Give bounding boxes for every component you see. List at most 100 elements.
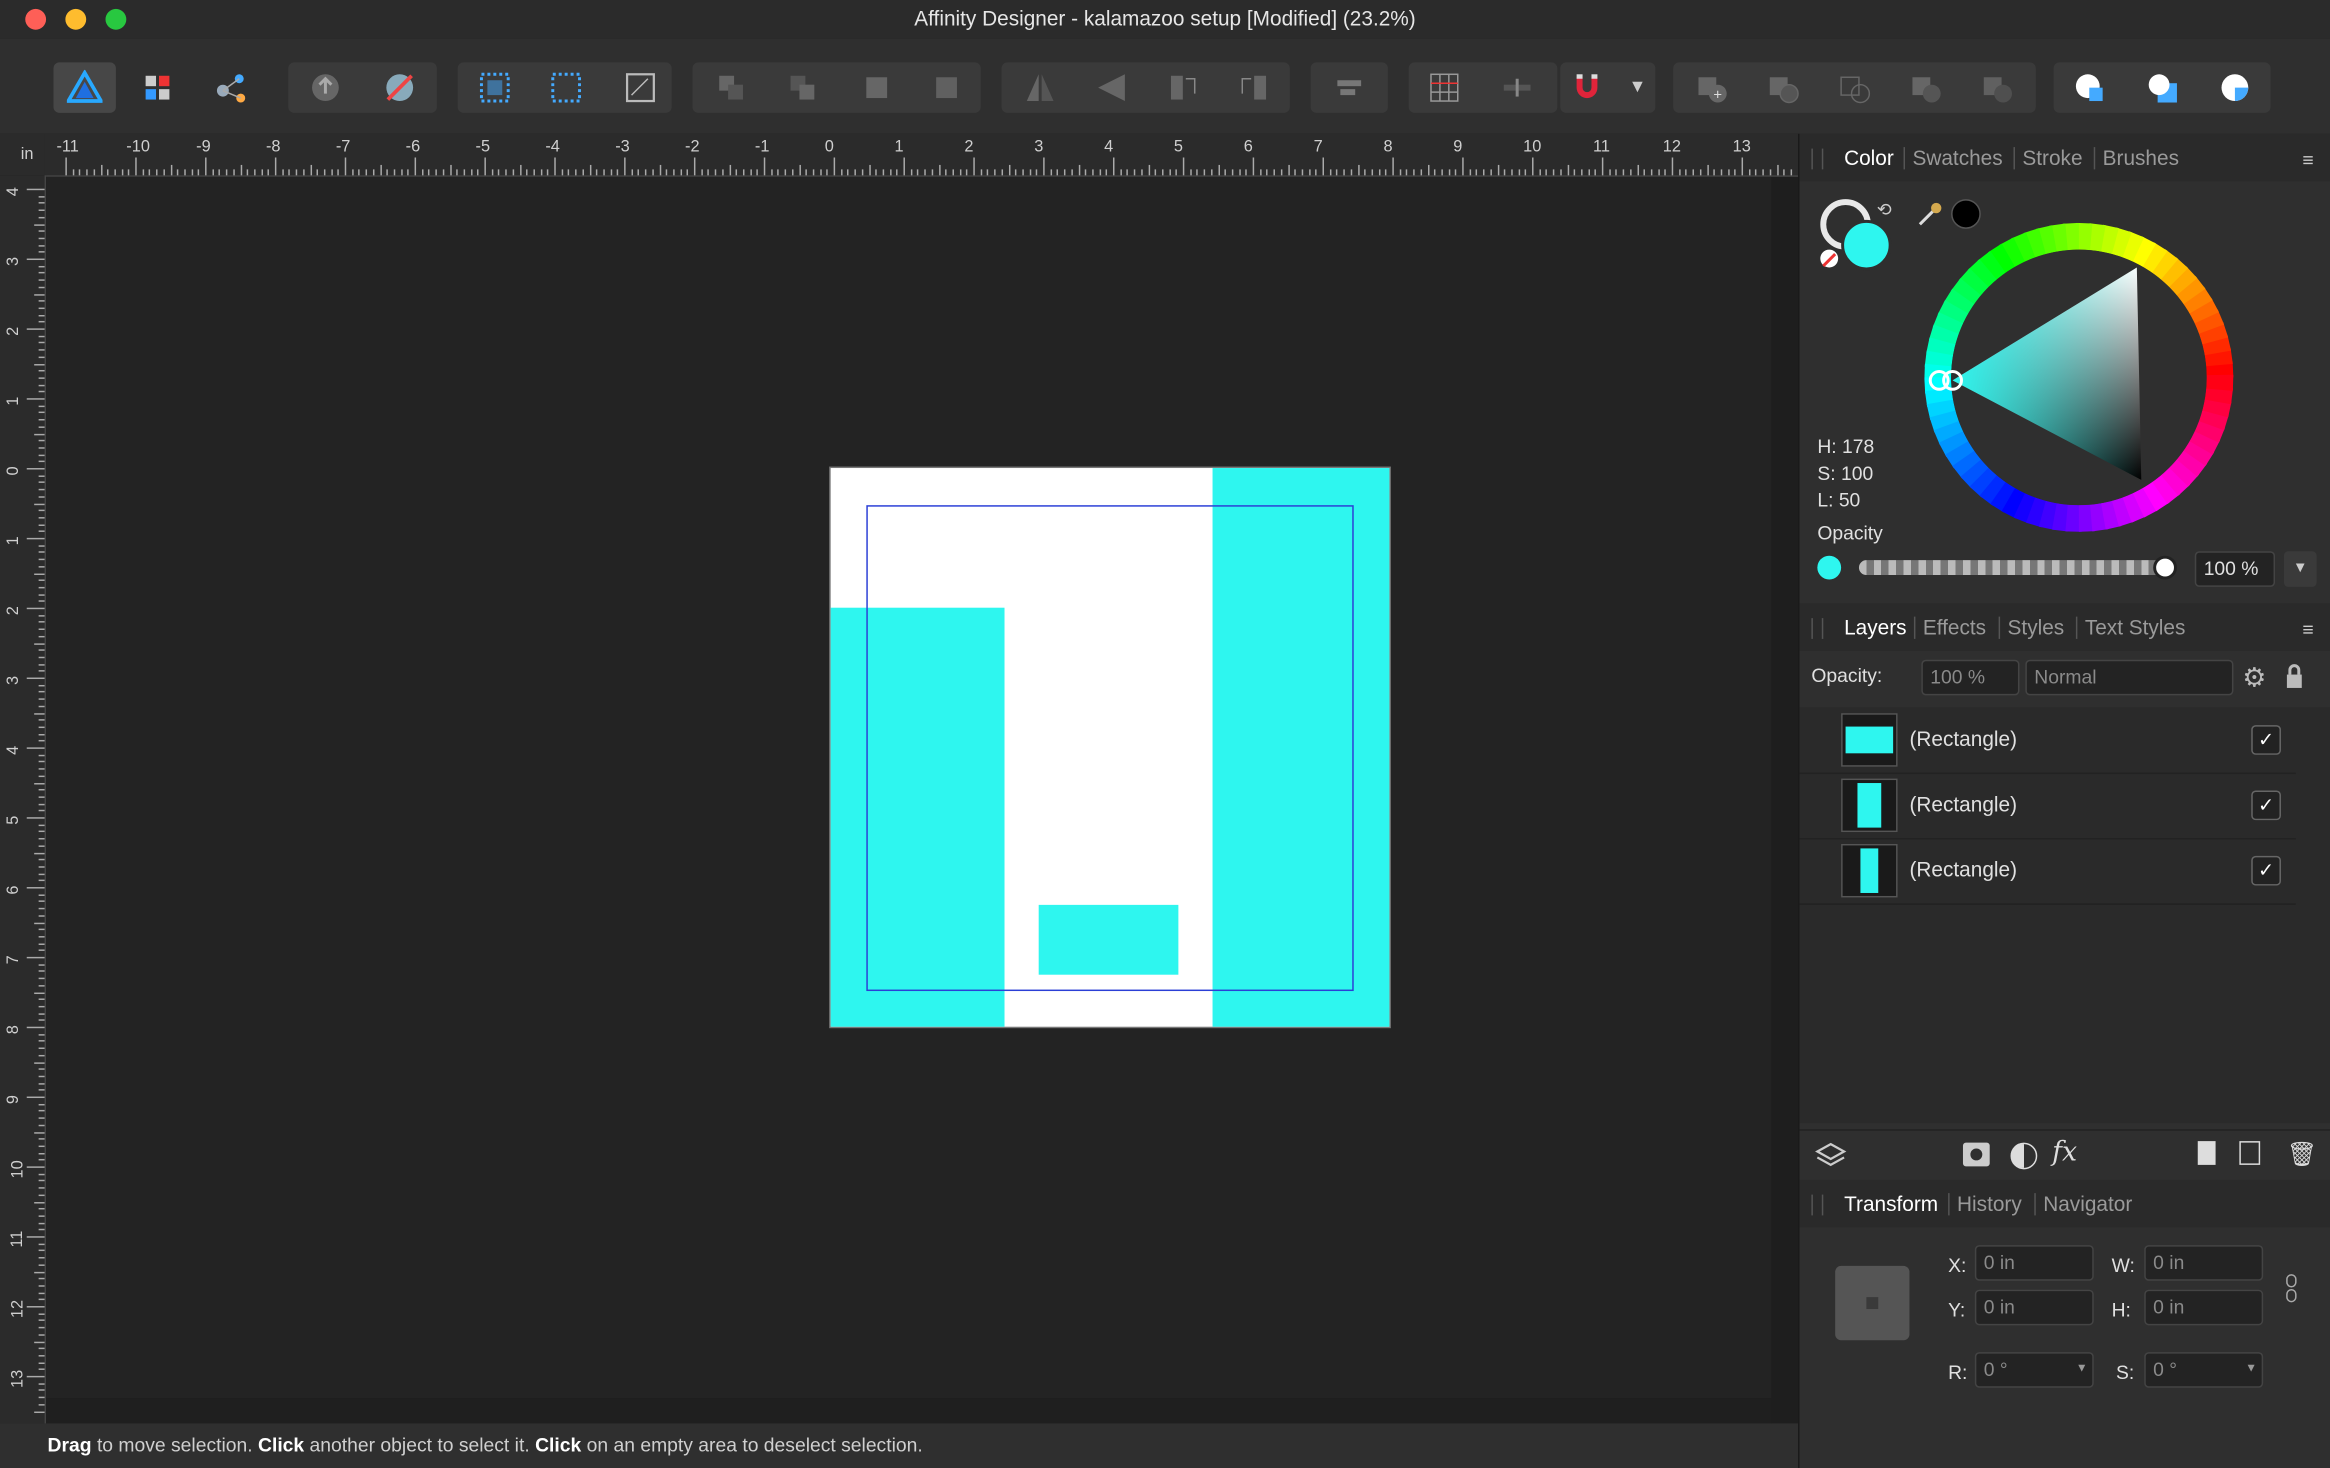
- snapping-manager-icon[interactable]: [1484, 62, 1549, 113]
- tab-text-styles[interactable]: Text Styles: [2085, 615, 2186, 639]
- boolean-xor-icon[interactable]: [1893, 62, 1958, 113]
- tab-effects[interactable]: Effects: [1923, 615, 1986, 639]
- boolean-intersect-icon[interactable]: [1822, 62, 1887, 113]
- ruler-vertical[interactable]: 4 3 2 1 0 1 2 3 4 5 6 7 8 9 10 11 12 13: [0, 175, 47, 1424]
- tab-swatches[interactable]: Swatches: [1912, 146, 2002, 170]
- tab-layers[interactable]: Layers: [1844, 615, 1906, 639]
- insert-inside-icon[interactable]: [2057, 62, 2122, 113]
- layer-visibility-checkbox[interactable]: ✓: [2251, 790, 2281, 821]
- opacity-dropdown-chevron-down-icon[interactable]: ▼: [2283, 551, 2317, 587]
- export-persona-icon[interactable]: [199, 62, 264, 113]
- fill-stroke-swatch[interactable]: ⟲: [1820, 199, 1894, 273]
- add-pixel-layer-icon[interactable]: [2239, 1141, 2261, 1165]
- insert-top-icon[interactable]: [2202, 62, 2267, 113]
- transform-origin-icon[interactable]: [608, 62, 673, 113]
- snapping-grid-icon[interactable]: [1412, 62, 1477, 113]
- ruler-tick: [38, 216, 45, 219]
- panel-grip-icon[interactable]: [1811, 148, 1824, 170]
- tab-color[interactable]: Color: [1844, 146, 1894, 170]
- opacity-input[interactable]: 100 %: [2194, 551, 2276, 587]
- blend-mode-select[interactable]: Normal: [2025, 659, 2234, 696]
- ruler-tick: [582, 169, 584, 176]
- ruler-horizontal[interactable]: -11 -10 -9 -8 -7 -6 -5 -4 -3 -2 -1 0 1 2 3 4 5 6 7 8 9 10 11 12…: [44, 133, 1799, 177]
- panel-grip-icon[interactable]: [1811, 618, 1824, 639]
- panel-grip-icon[interactable]: [1811, 1194, 1824, 1216]
- tab-styles[interactable]: Styles: [2008, 615, 2065, 639]
- color-wheel[interactable]: [1924, 222, 2234, 532]
- layer-row[interactable]: (Rectangle) ✓: [1799, 773, 2296, 840]
- transform-select-icon[interactable]: [462, 62, 527, 113]
- layer-row[interactable]: (Rectangle) ✓: [1799, 838, 2296, 905]
- layer-row[interactable]: (Rectangle) ✓: [1799, 707, 2296, 775]
- opacity-slider-handle[interactable]: [2153, 555, 2177, 580]
- ruler-tick: [38, 461, 45, 463]
- layer-settings-gear-icon[interactable]: ⚙: [2242, 663, 2266, 694]
- canvas-area[interactable]: [46, 176, 1772, 1399]
- fill-swatch[interactable]: [1841, 219, 1892, 271]
- ruler-tick: [1776, 164, 1778, 176]
- mask-layer-icon[interactable]: [1962, 1142, 1990, 1167]
- h-input[interactable]: 0 in: [2144, 1289, 2264, 1326]
- bounding-box-icon[interactable]: [533, 62, 598, 113]
- link-proportions-icon[interactable]: [2284, 1272, 2299, 1312]
- lightness-readout: L: 50: [1817, 488, 1861, 512]
- move-back-one-icon[interactable]: [770, 62, 835, 113]
- tab-transform[interactable]: Transform: [1844, 1192, 1938, 1216]
- move-to-back-icon[interactable]: [698, 62, 763, 113]
- opacity-slider[interactable]: [1858, 555, 2177, 580]
- ruler-tick: [1406, 169, 1408, 176]
- panel-menu-icon[interactable]: ≡: [2302, 618, 2313, 640]
- align-icon[interactable]: [1317, 62, 1382, 113]
- boolean-subtract-icon[interactable]: [1750, 62, 1815, 113]
- layer-visibility-checkbox[interactable]: ✓: [2251, 855, 2281, 886]
- horizontal-scrollbar[interactable]: [46, 1398, 1772, 1424]
- tab-navigator[interactable]: Navigator: [2043, 1192, 2132, 1216]
- panel-menu-icon[interactable]: ≡: [2302, 149, 2313, 171]
- pixel-persona-icon[interactable]: [125, 62, 190, 113]
- move-to-front-icon[interactable]: [914, 62, 979, 113]
- ruler-tick: [38, 831, 45, 833]
- tab-history[interactable]: History: [1957, 1192, 2022, 1216]
- ruler-tick: [882, 169, 884, 176]
- y-input[interactable]: 0 in: [1974, 1289, 2094, 1326]
- designer-persona-icon[interactable]: [52, 62, 117, 113]
- move-forward-one-icon[interactable]: [844, 62, 909, 113]
- anchor-point-selector[interactable]: [1835, 1265, 1910, 1341]
- ruler-tick: [34, 1340, 45, 1343]
- ruler-tick: [337, 169, 340, 176]
- ruler-tick: [840, 169, 843, 176]
- tab-stroke[interactable]: Stroke: [2022, 146, 2082, 170]
- boolean-add-icon[interactable]: +: [1679, 62, 1744, 113]
- ruler-left-label: 4: [4, 745, 23, 755]
- fx-icon[interactable]: fx: [2052, 1137, 2077, 1168]
- ruler-tick: [1636, 164, 1639, 176]
- swap-colors-icon[interactable]: ⟲: [1877, 199, 1892, 220]
- ruler-tick: [38, 907, 45, 910]
- assistant-icon[interactable]: [293, 62, 358, 113]
- ruler-tick: [1392, 157, 1394, 176]
- flip-horizontal-icon[interactable]: [1007, 62, 1072, 113]
- boolean-divide-icon[interactable]: [1964, 62, 2029, 113]
- rotate-left-icon[interactable]: [1150, 62, 1215, 113]
- ruler-tick: [1259, 169, 1262, 176]
- tab-brushes[interactable]: Brushes: [2103, 146, 2179, 170]
- adjustment-icon[interactable]: [2010, 1142, 2038, 1170]
- snapping-icon[interactable]: [367, 62, 432, 113]
- rotate-right-icon[interactable]: [1221, 62, 1286, 113]
- artboard[interactable]: [830, 468, 1390, 1027]
- trash-icon[interactable]: 🗑: [2287, 1140, 2317, 1170]
- insert-behind-icon[interactable]: [2129, 62, 2194, 113]
- snapping-magnet-icon[interactable]: [1554, 62, 1619, 113]
- w-input[interactable]: 0 in: [2144, 1245, 2264, 1281]
- shear-chevron-down-icon[interactable]: ▼: [2245, 1361, 2257, 1374]
- layer-opacity-input[interactable]: 100 %: [1921, 659, 2020, 696]
- flip-vertical-icon[interactable]: [1079, 62, 1144, 113]
- rotation-chevron-down-icon[interactable]: ▼: [2076, 1361, 2088, 1374]
- add-layer-icon[interactable]: [2197, 1141, 2216, 1165]
- layer-visibility-checkbox[interactable]: ✓: [2251, 725, 2281, 755]
- no-fill-icon[interactable]: [1820, 249, 1839, 268]
- layers-stack-icon[interactable]: [1814, 1140, 1847, 1180]
- x-input[interactable]: 0 in: [1974, 1245, 2094, 1281]
- lock-icon[interactable]: [2284, 663, 2305, 697]
- snapping-dropdown-chevron-down-icon[interactable]: ▼: [1629, 76, 1647, 97]
